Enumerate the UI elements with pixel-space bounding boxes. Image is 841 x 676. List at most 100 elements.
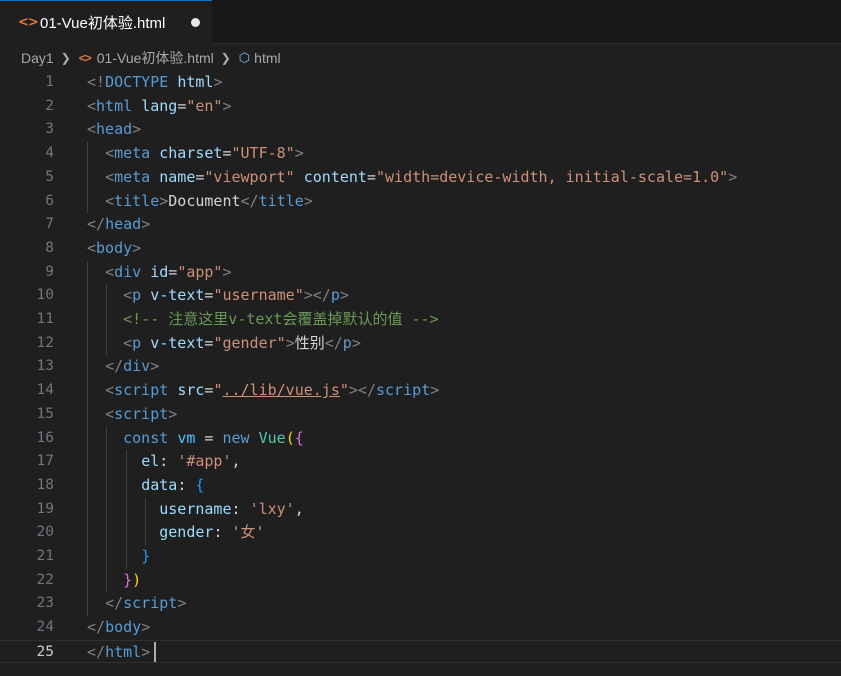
code-token: script: [123, 594, 178, 613]
code-text: <body>: [87, 237, 141, 261]
line-number: 5: [45, 168, 54, 185]
line-number: 14: [36, 382, 54, 399]
code-token: =: [222, 144, 232, 163]
code-text: gender: '女': [87, 521, 264, 545]
line-number: 12: [36, 334, 54, 351]
code-token: <: [105, 167, 115, 186]
code-token: content: [303, 167, 367, 186]
breadcrumb-item-symbol[interactable]: html: [254, 50, 280, 66]
code-token: 性别: [294, 333, 325, 352]
code-token: meta: [114, 167, 151, 186]
code-line[interactable]: 14 <script src="../lib/vue.js"></script>: [0, 379, 841, 403]
indent-guide: [87, 260, 88, 617]
code-token: <: [87, 96, 97, 115]
code-text: <meta charset="UTF-8">: [87, 142, 304, 166]
code-line[interactable]: 1 <!DOCTYPE html>: [0, 71, 841, 95]
code-line[interactable]: 12 <p v-text="gender">性别</p>: [0, 332, 841, 356]
code-line[interactable]: 10 <p v-text="username"></p>: [0, 284, 841, 308]
code-line[interactable]: 13 </div>: [0, 355, 841, 379]
html-icon: <>: [18, 15, 39, 30]
code-token: head: [105, 215, 142, 234]
tab-active-file[interactable]: <> 01-Vue初体验.html: [0, 0, 212, 44]
code-token: >: [213, 73, 223, 91]
code-token: =: [168, 262, 178, 281]
code-text: const vm = new Vue({: [87, 427, 304, 451]
code-token: "gender": [213, 333, 286, 352]
code-token: }: [123, 570, 133, 589]
code-token: >: [132, 120, 142, 139]
code-line[interactable]: 24 </body>: [0, 616, 841, 640]
code-line[interactable]: 15 <script>: [0, 403, 841, 427]
code-line[interactable]: 22 }): [0, 569, 841, 593]
line-number: 17: [36, 453, 54, 470]
line-number: 1: [45, 74, 54, 90]
code-token: <: [105, 381, 115, 400]
code-token: </: [87, 618, 106, 637]
code-line[interactable]: 7 </head>: [0, 213, 841, 237]
code-line[interactable]: 23 </script>: [0, 592, 841, 616]
code-line[interactable]: 9 <div id="app">: [0, 261, 841, 285]
code-token: html: [96, 96, 133, 115]
code-token: >: [150, 357, 160, 376]
code-text: <div id="app">: [87, 261, 231, 285]
code-line[interactable]: 5 <meta name="viewport" content="width=d…: [0, 166, 841, 190]
breadcrumb-item-folder[interactable]: Day1: [21, 50, 54, 66]
code-line[interactable]: 6 <title>Document</title>: [0, 190, 841, 214]
code-token: </: [105, 357, 124, 376]
code-token: >: [285, 333, 295, 352]
code-line[interactable]: 11 <!-- 注意这里v-text会覆盖掉默认的值 -->: [0, 308, 841, 332]
indent-guide: [106, 426, 108, 593]
code-token: >: [728, 167, 738, 186]
line-number: 19: [36, 500, 54, 517]
line-number: 3: [45, 121, 54, 138]
code-text: <script src="../lib/vue.js"></script>: [87, 379, 439, 403]
code-token: script: [114, 381, 169, 400]
breadcrumb-item-file[interactable]: 01-Vue初体验.html: [97, 48, 214, 68]
code-token: </: [87, 215, 106, 234]
code-line[interactable]: 8 <body>: [0, 237, 841, 261]
unsaved-dot-icon[interactable]: [191, 18, 200, 27]
line-number: 20: [36, 524, 54, 541]
line-number: 10: [36, 287, 54, 304]
code-line[interactable]: 4 <meta charset="UTF-8">: [0, 142, 841, 166]
code-token: >: [294, 144, 304, 163]
code-token: ": [339, 381, 349, 400]
line-number: 13: [36, 358, 54, 375]
code-token: p: [132, 286, 142, 305]
code-token: </: [105, 594, 124, 613]
code-token: "username": [213, 286, 304, 305]
indent-guide: [144, 497, 146, 545]
code-token: :: [231, 499, 250, 518]
code-token: ,: [294, 499, 304, 518]
code-line[interactable]: 16 const vm = new Vue({: [0, 427, 841, 451]
code-line[interactable]: 25 </html>: [0, 639, 841, 664]
line-number: 18: [36, 476, 54, 493]
code-editor[interactable]: 1 <!DOCTYPE html> 2 <html lang="en"> 3 <head>…: [0, 71, 841, 676]
line-number: 16: [36, 429, 54, 446]
code-line[interactable]: 3 <head>: [0, 118, 841, 142]
code-token: const: [123, 428, 169, 447]
line-number: 15: [36, 405, 54, 422]
line-number: 11: [36, 311, 54, 327]
code-line[interactable]: 2 <html lang="en">: [0, 95, 841, 119]
line-number: 23: [36, 595, 54, 612]
code-text: <head>: [87, 118, 141, 142]
code-token: >: [141, 215, 151, 234]
code-token: {: [195, 475, 205, 494]
code-token: >: [141, 618, 151, 637]
code-token: </: [240, 191, 259, 210]
indent-guide: [87, 142, 88, 214]
